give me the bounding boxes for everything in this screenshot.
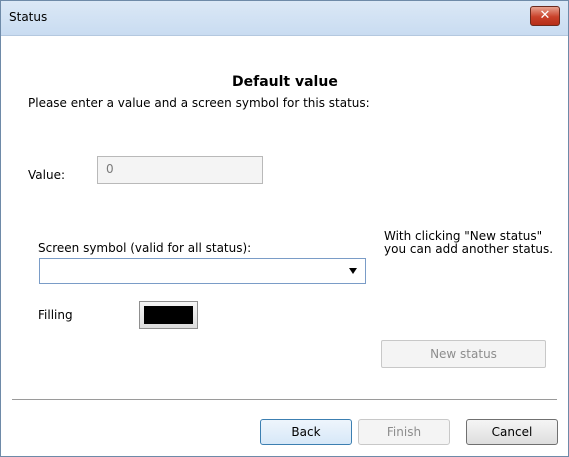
filling-color-button[interactable] bbox=[139, 301, 198, 329]
close-icon: ✕ bbox=[539, 8, 551, 23]
dialog-instructions: Please enter a value and a screen symbol… bbox=[28, 96, 370, 110]
dialog-heading: Default value bbox=[232, 74, 338, 90]
value-label: Value: bbox=[28, 168, 65, 182]
dialog-content: Default value Please enter a value and a… bbox=[2, 36, 567, 455]
dropdown-arrow-icon bbox=[349, 268, 357, 274]
value-input[interactable]: 0 bbox=[97, 156, 263, 184]
screen-symbol-dropdown[interactable] bbox=[39, 258, 366, 284]
finish-button[interactable]: Finish bbox=[358, 419, 450, 445]
new-status-button[interactable]: New status bbox=[381, 340, 546, 368]
cancel-button[interactable]: Cancel bbox=[466, 419, 558, 445]
back-button[interactable]: Back bbox=[260, 419, 352, 445]
close-button[interactable]: ✕ bbox=[530, 6, 560, 26]
filling-color-swatch bbox=[144, 306, 193, 324]
screen-symbol-label: Screen symbol (valid for all status): bbox=[38, 241, 252, 255]
footer-divider bbox=[12, 399, 557, 400]
title-bar: Status ✕ bbox=[1, 1, 568, 36]
new-status-hint: With clicking "New status" you can add a… bbox=[384, 229, 554, 256]
window-title: Status bbox=[9, 10, 48, 24]
status-dialog: Status ✕ Default value Please enter a va… bbox=[0, 0, 569, 457]
filling-label: Filling bbox=[38, 308, 73, 322]
